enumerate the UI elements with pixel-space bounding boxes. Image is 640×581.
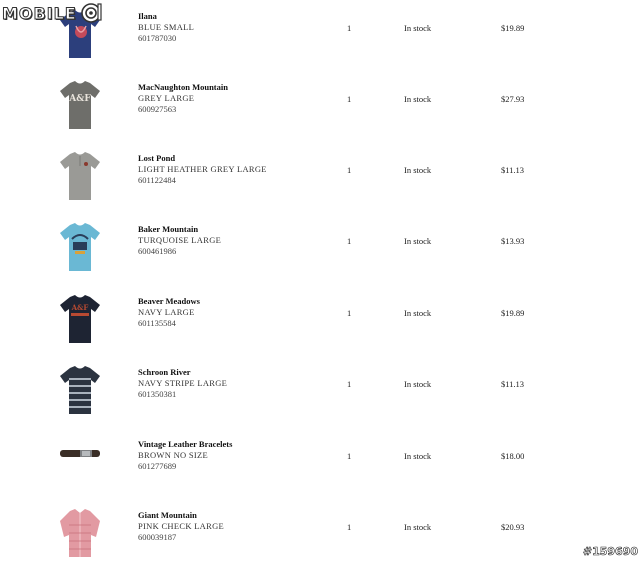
turquoise-tshirt-icon[interactable] bbox=[56, 221, 104, 273]
svg-text:A&F: A&F bbox=[68, 94, 91, 104]
image-id-stamp: #159690 bbox=[582, 545, 639, 559]
item-price: $27.93 bbox=[501, 94, 525, 104]
item-price: $19.89 bbox=[501, 23, 525, 33]
heather-grey-henley-icon[interactable] bbox=[56, 150, 104, 202]
item-quantity: 1 bbox=[347, 23, 352, 33]
item-stock-status: In stock bbox=[404, 451, 432, 461]
item-quantity: 1 bbox=[347, 522, 352, 532]
item-quantity: 1 bbox=[347, 94, 352, 104]
item-stock-status: In stock bbox=[404, 308, 432, 318]
item-sku: 600039187 bbox=[138, 532, 177, 542]
item-sku: 601277689 bbox=[138, 461, 177, 471]
watermark-logo: MOBILE bbox=[2, 2, 104, 24]
item-quantity: 1 bbox=[347, 308, 352, 318]
item-quantity: 1 bbox=[347, 451, 352, 461]
navy-tshirt-icon[interactable]: A&F bbox=[56, 293, 104, 345]
grey-tshirt-icon[interactable]: A&F bbox=[56, 79, 104, 131]
cart-item-row: Vintage Leather Bracelets BROWN NO SIZE … bbox=[0, 439, 640, 510]
striped-polo-icon[interactable] bbox=[56, 364, 104, 416]
item-price: $20.93 bbox=[501, 522, 525, 532]
item-variant: BROWN NO SIZE bbox=[138, 450, 209, 460]
item-stock-status: In stock bbox=[404, 94, 432, 104]
item-price: $11.13 bbox=[501, 165, 525, 175]
cart-item-row: A&F MacNaughton Mountain GREY LARGE 6009… bbox=[0, 79, 640, 153]
item-name[interactable]: Baker Mountain bbox=[138, 224, 221, 235]
cart-item-row: A&F Beaver Meadows NAVY LARGE 601135584 … bbox=[0, 293, 640, 367]
cart-item-row: Schroon River NAVY STRIPE LARGE 60135038… bbox=[0, 364, 640, 438]
item-name[interactable]: Schroon River bbox=[138, 367, 227, 378]
item-price: $11.13 bbox=[501, 379, 525, 389]
cart-item-row: Giant Mountain PINK CHECK LARGE 60003918… bbox=[0, 507, 640, 581]
item-stock-status: In stock bbox=[404, 236, 432, 246]
item-variant: NAVY STRIPE LARGE bbox=[138, 378, 228, 388]
item-variant: PINK CHECK LARGE bbox=[138, 521, 225, 531]
item-stock-status: In stock bbox=[404, 165, 432, 175]
svg-text:A&F: A&F bbox=[71, 303, 89, 312]
item-sku: 601787030 bbox=[138, 33, 177, 43]
pink-check-shirt-icon[interactable] bbox=[56, 507, 104, 559]
item-name[interactable]: Giant Mountain bbox=[138, 510, 224, 521]
item-stock-status: In stock bbox=[404, 522, 432, 532]
item-sku: 601350381 bbox=[138, 389, 177, 399]
item-variant: TURQUOISE LARGE bbox=[138, 235, 222, 245]
mobile01-emblem-icon bbox=[80, 3, 102, 23]
item-sku: 601135584 bbox=[138, 318, 176, 328]
item-variant: LIGHT HEATHER GREY LARGE bbox=[138, 164, 267, 174]
cart-item-row: Lost Pond LIGHT HEATHER GREY LARGE 60112… bbox=[0, 150, 640, 224]
item-stock-status: In stock bbox=[404, 379, 432, 389]
item-price: $13.93 bbox=[501, 236, 525, 246]
leather-bracelet-icon[interactable] bbox=[56, 436, 104, 488]
item-name[interactable]: Ilana bbox=[138, 11, 194, 22]
item-price: $18.00 bbox=[501, 451, 525, 461]
item-quantity: 1 bbox=[347, 236, 352, 246]
item-name[interactable]: Vintage Leather Bracelets bbox=[138, 439, 232, 450]
item-sku: 600927563 bbox=[138, 104, 177, 114]
item-variant: GREY LARGE bbox=[138, 93, 195, 103]
item-variant: BLUE SMALL bbox=[138, 22, 195, 32]
item-name[interactable]: Beaver Meadows bbox=[138, 296, 200, 307]
watermark-brand: MOBILE bbox=[2, 3, 77, 23]
item-name[interactable]: MacNaughton Mountain bbox=[138, 82, 228, 93]
item-sku: 601122484 bbox=[138, 175, 176, 185]
item-price: $19.89 bbox=[501, 308, 525, 318]
item-variant: NAVY LARGE bbox=[138, 307, 195, 317]
item-name[interactable]: Lost Pond bbox=[138, 153, 267, 164]
item-quantity: 1 bbox=[347, 379, 352, 389]
item-sku: 600461986 bbox=[138, 246, 177, 256]
cart-item-row: Baker Mountain TURQUOISE LARGE 600461986… bbox=[0, 221, 640, 295]
item-stock-status: In stock bbox=[404, 23, 432, 33]
item-quantity: 1 bbox=[347, 165, 352, 175]
